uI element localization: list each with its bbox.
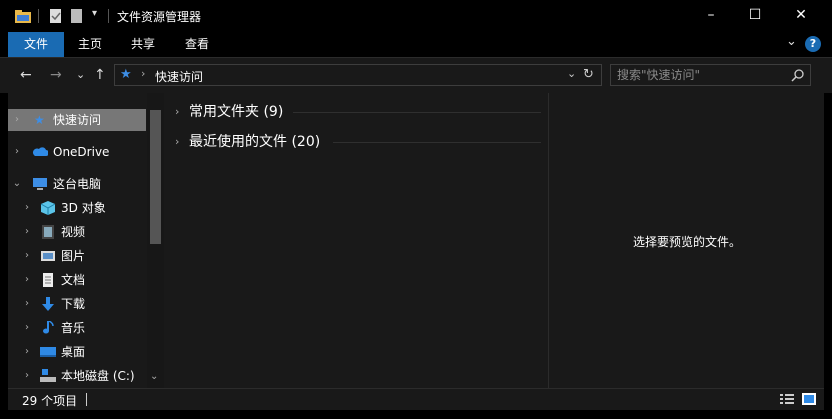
preview-message: 选择要预览的文件。 [632, 235, 741, 249]
up-button[interactable]: ↑ [94, 66, 106, 84]
search-box[interactable] [610, 64, 811, 86]
sidebar-item-label: 视频 [61, 225, 86, 239]
divider [293, 112, 541, 113]
sidebar-item-documents[interactable]: › 文档 [8, 269, 146, 291]
sidebar-item-label: 音乐 [61, 321, 86, 335]
recent-locations-button[interactable]: ⌄ [76, 66, 85, 84]
sidebar-item-local-disk-c[interactable]: › 本地磁盘 (C:) [8, 365, 146, 387]
folder-icon [15, 10, 31, 23]
chevron-right-icon[interactable]: › [175, 100, 179, 124]
divider [86, 393, 87, 406]
back-button[interactable]: ← [20, 66, 32, 84]
minimize-button[interactable]: – [688, 0, 734, 30]
divider [38, 9, 39, 23]
forward-button[interactable]: → [50, 66, 62, 84]
document-icon [43, 273, 53, 287]
download-icon [42, 297, 54, 311]
close-button[interactable]: ✕ [778, 0, 824, 30]
new-folder-icon[interactable] [70, 8, 84, 24]
refresh-icon[interactable]: ↻ [583, 67, 594, 82]
chevron-down-icon[interactable]: ⌄ [12, 173, 22, 195]
navigation-bar: ← → ⌄ ↑ ★ › 快速访问 ⌄ ↻ [0, 57, 832, 94]
sidebar-item-downloads[interactable]: › 下载 [8, 293, 146, 315]
window-frame [824, 93, 832, 419]
cloud-icon [33, 147, 48, 156]
chevron-right-icon[interactable]: › [175, 130, 179, 154]
star-icon: ★ [34, 113, 45, 127]
sidebar-item-quick-access[interactable]: › ★ 快速访问 [8, 109, 146, 131]
sidebar-item-label: 本地磁盘 (C:) [61, 369, 135, 383]
chevron-right-icon[interactable]: › [12, 141, 22, 163]
title-bar: ▾ 文件资源管理器 – ☐ ✕ [0, 0, 832, 32]
sidebar-item-this-pc[interactable]: ⌄ 这台电脑 [8, 173, 146, 195]
divider [108, 9, 109, 23]
chevron-right-icon[interactable]: › [22, 365, 32, 387]
sidebar-item-label: 快速访问 [53, 113, 102, 127]
music-icon [43, 321, 54, 334]
group-frequent-folders[interactable]: › 常用文件夹 (9) [165, 100, 548, 124]
sidebar-item-label: 下载 [61, 297, 86, 311]
divider [333, 142, 541, 143]
video-icon [42, 225, 54, 239]
picture-icon [41, 251, 55, 261]
tab-home[interactable]: 主页 [64, 32, 116, 57]
sidebar-item-3d-objects[interactable]: › 3D 对象 [8, 197, 146, 219]
large-icons-view-icon[interactable] [802, 393, 816, 405]
sidebar-item-label: 这台电脑 [53, 177, 102, 191]
sidebar-item-music[interactable]: › 音乐 [8, 317, 146, 339]
tab-share[interactable]: 共享 [116, 32, 170, 57]
chevron-right-icon[interactable]: › [22, 341, 32, 363]
sidebar-item-label: 桌面 [61, 345, 86, 359]
chevron-right-icon[interactable]: › [22, 221, 32, 243]
group-recent-files[interactable]: › 最近使用的文件 (20) [165, 130, 548, 154]
chevron-right-icon[interactable]: › [22, 293, 32, 315]
help-icon[interactable]: ? [805, 36, 821, 52]
sidebar-item-label: 文档 [61, 273, 86, 287]
tab-file[interactable]: 文件 [8, 32, 64, 57]
window-frame [0, 93, 8, 419]
customize-dropdown-icon[interactable]: ▾ [92, 8, 97, 19]
maximize-button[interactable]: ☐ [732, 0, 778, 30]
sidebar-item-videos[interactable]: › 视频 [8, 221, 146, 243]
details-view-icon[interactable] [780, 393, 794, 405]
properties-icon[interactable] [48, 8, 64, 24]
sidebar-item-onedrive[interactable]: › OneDrive [8, 141, 146, 163]
chevron-right-icon[interactable]: › [22, 245, 32, 267]
status-bar: 29 个项目 [8, 388, 824, 410]
breadcrumb-separator-icon[interactable]: › [141, 67, 145, 80]
ribbon-tabs: 文件 主页 共享 查看 ⌄ ? [0, 32, 832, 57]
chevron-right-icon[interactable]: › [12, 109, 22, 131]
window-frame [0, 410, 832, 419]
address-bar[interactable]: ★ › 快速访问 ⌄ ↻ [114, 64, 602, 86]
window-title: 文件资源管理器 [117, 10, 202, 24]
cube-icon [40, 201, 56, 215]
sidebar-item-desktop[interactable]: › 桌面 [8, 341, 146, 363]
sidebar-item-label: OneDrive [53, 145, 110, 159]
navigation-pane: ⌃ › ★ 快速访问 › OneDrive ⌄ 这台电脑 › 3D 对象 › 视… [8, 93, 165, 388]
chevron-right-icon[interactable]: › [22, 269, 32, 291]
address-dropdown-icon[interactable]: ⌄ [567, 67, 576, 80]
desktop-icon [40, 347, 56, 357]
computer-icon [33, 178, 47, 190]
preview-pane: 选择要预览的文件。 [548, 93, 824, 388]
star-icon: ★ [120, 67, 132, 82]
breadcrumb[interactable]: 快速访问 [155, 68, 203, 85]
chevron-right-icon[interactable]: › [22, 317, 32, 339]
sidebar-item-label: 3D 对象 [61, 201, 106, 215]
group-header[interactable]: 常用文件夹 (9) [189, 100, 283, 124]
chevron-right-icon[interactable]: › [22, 197, 32, 219]
scroll-thumb[interactable] [150, 110, 161, 244]
drive-icon [40, 369, 56, 382]
navigation-scrollbar[interactable]: ⌄ [147, 93, 164, 388]
scroll-down-icon[interactable]: ⌄ [150, 371, 158, 382]
sidebar-item-label: 图片 [61, 249, 86, 263]
search-icon[interactable] [791, 68, 805, 82]
item-count: 29 个项目 [22, 394, 78, 408]
search-input[interactable] [617, 67, 787, 83]
content-pane: › 常用文件夹 (9) › 最近使用的文件 (20) [165, 93, 548, 388]
sidebar-item-pictures[interactable]: › 图片 [8, 245, 146, 267]
tab-view[interactable]: 查看 [170, 32, 224, 57]
group-header[interactable]: 最近使用的文件 (20) [189, 130, 320, 154]
expand-ribbon-icon[interactable]: ⌄ [786, 34, 797, 49]
